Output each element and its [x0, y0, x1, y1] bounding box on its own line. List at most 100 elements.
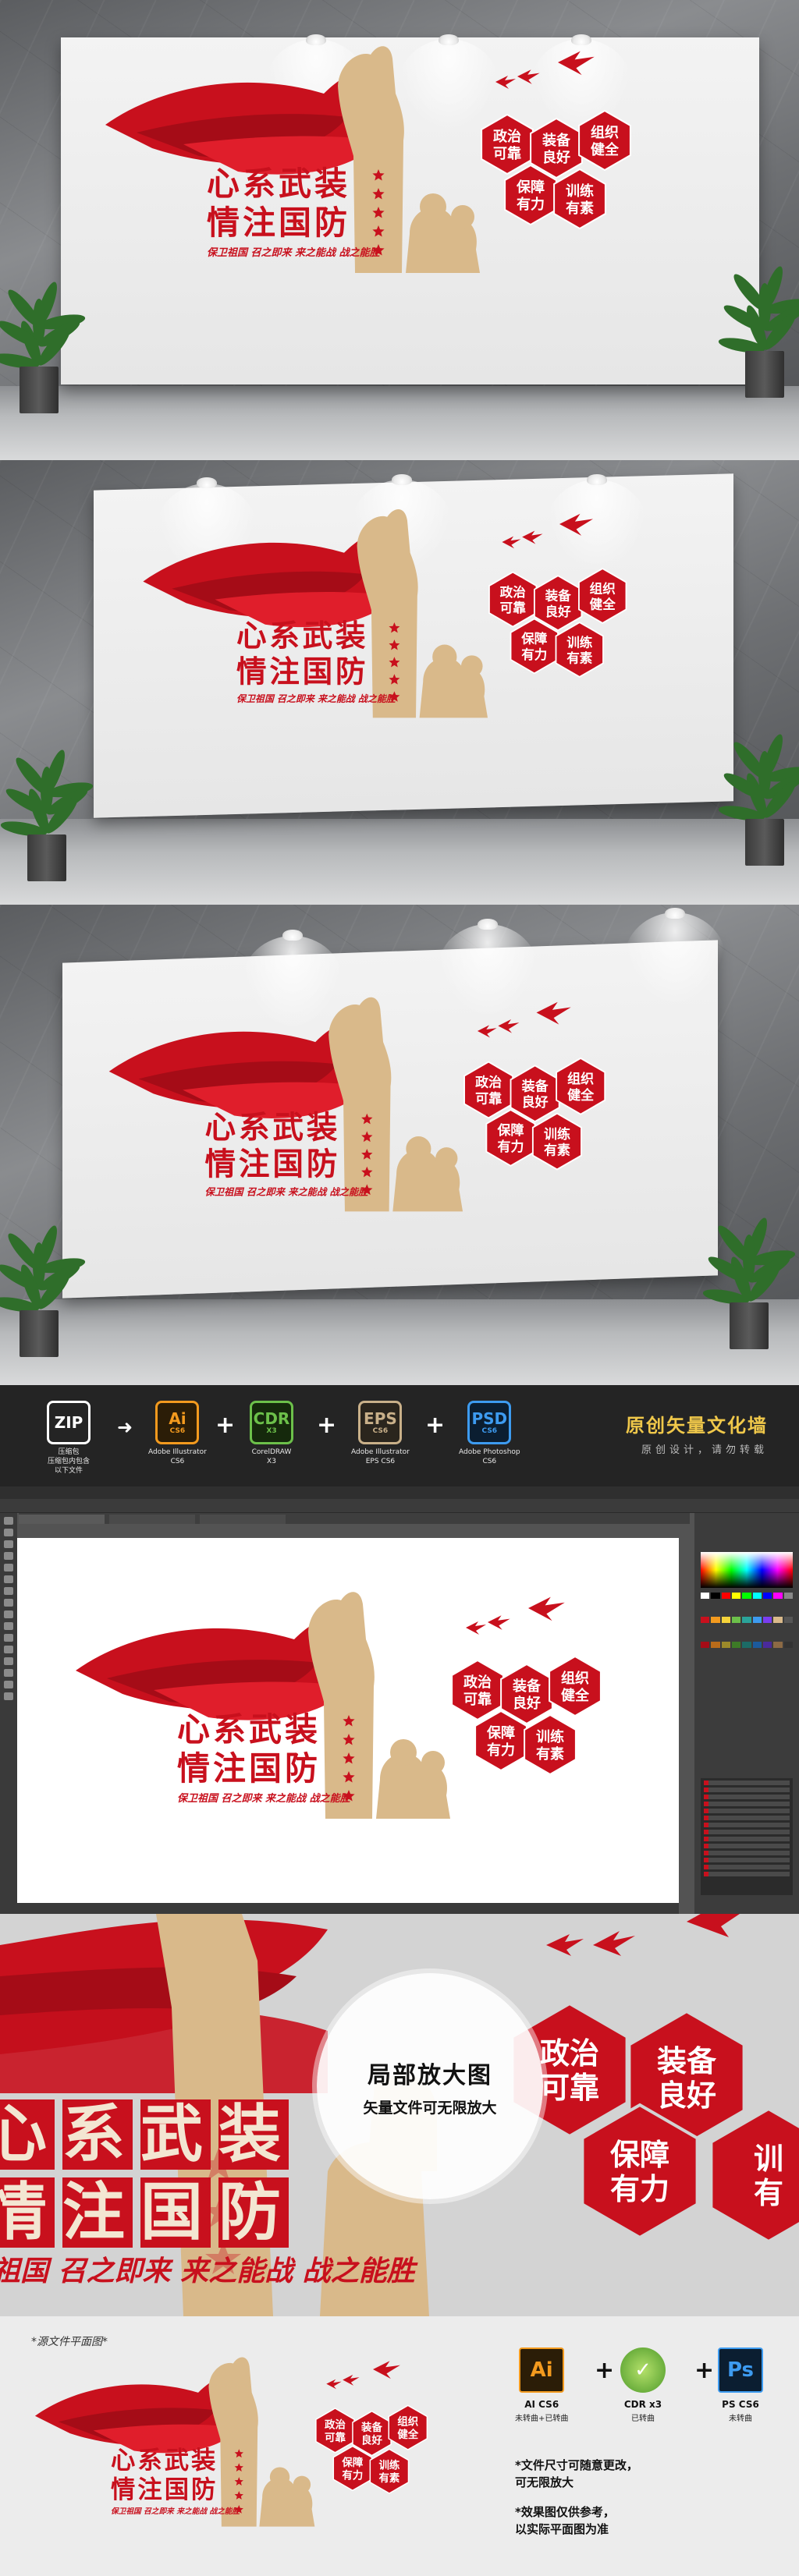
color-swatch[interactable] — [742, 1641, 751, 1648]
hexagon-label: 有力 — [487, 1742, 515, 1759]
hexagon-label: 可靠 — [325, 2431, 346, 2444]
color-swatch[interactable] — [721, 1593, 730, 1599]
cdr-format: ✓ CDR x3 已转曲 — [620, 2347, 666, 2423]
soldier-silhouettes — [376, 1739, 450, 1819]
color-swatch[interactable] — [752, 1593, 762, 1599]
document-tab[interactable] — [109, 1515, 195, 1524]
dove-icon — [326, 2361, 400, 2390]
zoom-badge: 局部放大图 矢量文件可无限放大 — [317, 1973, 543, 2199]
hexagon-label: 有 — [754, 2176, 783, 2210]
eps-caption: Adobe Illustrator EPS CS6 — [351, 1448, 410, 1465]
title-line1: 心系武装 — [111, 2447, 218, 2475]
artboard[interactable]: 心系武装 情注国防 保卫祖国 召之即来 来之能战 战之能胜 政治 可靠 装备 良好 组织 健全保… — [17, 1538, 679, 1903]
zip-caption: 压缩包 压缩包内包含 以下文件 — [47, 1448, 90, 1475]
hexagon-label: 保障 — [486, 1724, 515, 1742]
color-swatch[interactable] — [711, 1641, 720, 1648]
value-hexagons: 政治可靠 装备良好 组织健全保障有力 训练有素 — [488, 567, 627, 679]
status-bar — [17, 1903, 679, 1914]
hexagon-label: 良好 — [657, 2078, 716, 2113]
plus-icon: + — [317, 1412, 337, 1439]
color-swatch[interactable] — [721, 1641, 730, 1648]
hexagon-label: 可靠 — [500, 600, 527, 615]
title-line1: 心系武装 — [177, 1710, 321, 1749]
hexagon-label: 良好 — [361, 2434, 382, 2447]
eps-format: EPS CS6 Adobe Illustrator EPS CS6 — [351, 1401, 410, 1466]
right-panels — [694, 1513, 799, 1914]
wall-artwork: 心系武装 情注国防 保卫祖国 召之即来 来之能战 战之能胜 政治 可靠 装备 良好 组织 健全保… — [129, 499, 667, 764]
zoom-slogan: 祖国 召之即来 来之能战 战之能胜 — [0, 2255, 419, 2287]
hexagon-label: 有力 — [517, 196, 545, 213]
hexagon-label: 组织 — [561, 1670, 589, 1687]
color-swatch[interactable] — [783, 1593, 793, 1599]
zip-format: ZIP 压缩包 压缩包内包含 以下文件 — [47, 1401, 91, 1476]
color-swatch[interactable] — [711, 1593, 720, 1599]
color-swatch[interactable] — [731, 1641, 741, 1648]
artwork-svg: 心系武装情注国防保卫祖国 召之即来 来之能战 战之能胜 政治可靠 装备良好 组织健全保… — [34, 2357, 428, 2527]
color-swatch[interactable] — [773, 1617, 783, 1624]
document-tab[interactable] — [19, 1515, 105, 1524]
ai-version: CS6 — [169, 1427, 186, 1435]
brand-subtitle: 原创设计，请勿转载 — [641, 1444, 768, 1456]
hexagon-label: 健全 — [561, 1687, 590, 1704]
hexagon-label: 装备 — [513, 1678, 542, 1695]
slogan: 保卫祖国 召之即来 来之能战 战之能胜 — [207, 246, 382, 259]
color-swatch[interactable] — [762, 1641, 772, 1648]
cdr-sub: 已转曲 — [631, 2415, 655, 2423]
document-tab[interactable] — [200, 1515, 286, 1524]
psd-format: PSD CS6 Adobe Photoshop CS6 — [459, 1401, 520, 1466]
title-line2: 情注国防 — [205, 1146, 341, 1182]
hexagon-label: 政治 — [325, 2418, 346, 2431]
artwork-svg: 心系武装情注国防保卫祖国 召之即来 来之能战 战之能胜 政治可靠 装备良好 组织健全保… — [143, 508, 627, 718]
zoom-hexagons: 政治可靠 装备良好保障有力 训有 — [510, 2001, 799, 2244]
note-reference: *效果图仅供参考， 以实际平面图为准 — [515, 2505, 615, 2536]
cdr-version: X3 — [266, 1427, 277, 1435]
color-swatch[interactable] — [762, 1617, 772, 1624]
color-swatch[interactable] — [773, 1593, 783, 1599]
wall-artwork: 心系武装 情注国防 保卫祖国 召之即来 来之能战 战之能胜 政治 可靠 装备 良好 组织 健全保… — [90, 39, 675, 320]
color-swatch[interactable] — [731, 1617, 741, 1624]
hexagon-label: 健全 — [567, 1087, 595, 1104]
hexagon-label: 保障 — [610, 2138, 669, 2172]
hexagon-label: 政治 — [463, 1674, 492, 1691]
ai-format: Ai CS6 Adobe Illustrator CS6 — [148, 1401, 207, 1466]
color-swatch[interactable] — [731, 1593, 741, 1599]
ai-label: AI CS6 — [524, 2399, 559, 2410]
tool-panel — [0, 1513, 17, 1914]
hexagon-label: 组织 — [397, 2415, 418, 2429]
color-swatch[interactable] — [752, 1617, 762, 1624]
hexagon-label: 训练 — [544, 1126, 570, 1143]
hexagon-label: 可靠 — [463, 1692, 492, 1708]
zip-label: ZIP — [54, 1413, 83, 1432]
hexagon-label: 健全 — [397, 2428, 418, 2441]
color-swatch[interactable] — [783, 1617, 793, 1624]
color-swatch[interactable] — [773, 1641, 783, 1648]
hexagon-label: 有力 — [521, 647, 547, 662]
eps-label: EPS — [364, 1409, 397, 1428]
hexagon-label: 健全 — [591, 141, 620, 158]
artwork-svg: 心系武装情注国防保卫祖国 召之即来 来之能战 战之能胜 政治可靠 装备良好 组织健全保… — [76, 1592, 602, 1819]
hexagon-label: 组织 — [590, 580, 616, 596]
hexagon-label: 良好 — [542, 149, 570, 166]
hexagon-label: 政治 — [493, 128, 521, 145]
value-hexagons: 政治可靠 装备良好 组织健全保障有力 训练有素 — [481, 109, 631, 230]
color-swatch[interactable] — [701, 1641, 710, 1648]
plus-icon: + — [425, 1412, 446, 1439]
dove-icon — [502, 513, 594, 549]
room-scene-2: 心系武装 情注国防 保卫祖国 召之即来 来之能战 战之能胜 政治 可靠 装备 良好 组织 健全保… — [0, 460, 799, 905]
color-swatch[interactable] — [783, 1641, 793, 1648]
color-swatch[interactable] — [742, 1617, 751, 1624]
menu-bar — [0, 1486, 799, 1499]
color-swatch[interactable] — [762, 1593, 772, 1599]
color-swatch[interactable] — [701, 1617, 710, 1624]
color-swatch[interactable] — [742, 1593, 751, 1599]
hexagon-label: 保障 — [516, 179, 545, 196]
color-swatch[interactable] — [752, 1641, 762, 1648]
value-hexagons: 政治可靠 装备良好 组织健全保障有力 训练有素 — [463, 1057, 606, 1171]
hexagon-label: 有素 — [566, 200, 594, 217]
color-spectrum[interactable] — [701, 1552, 793, 1588]
hexagon-label: 健全 — [590, 597, 616, 612]
color-swatch[interactable] — [721, 1617, 730, 1624]
color-swatch[interactable] — [701, 1593, 710, 1599]
hexagon-label: 训 — [754, 2142, 783, 2176]
color-swatch[interactable] — [711, 1617, 720, 1624]
